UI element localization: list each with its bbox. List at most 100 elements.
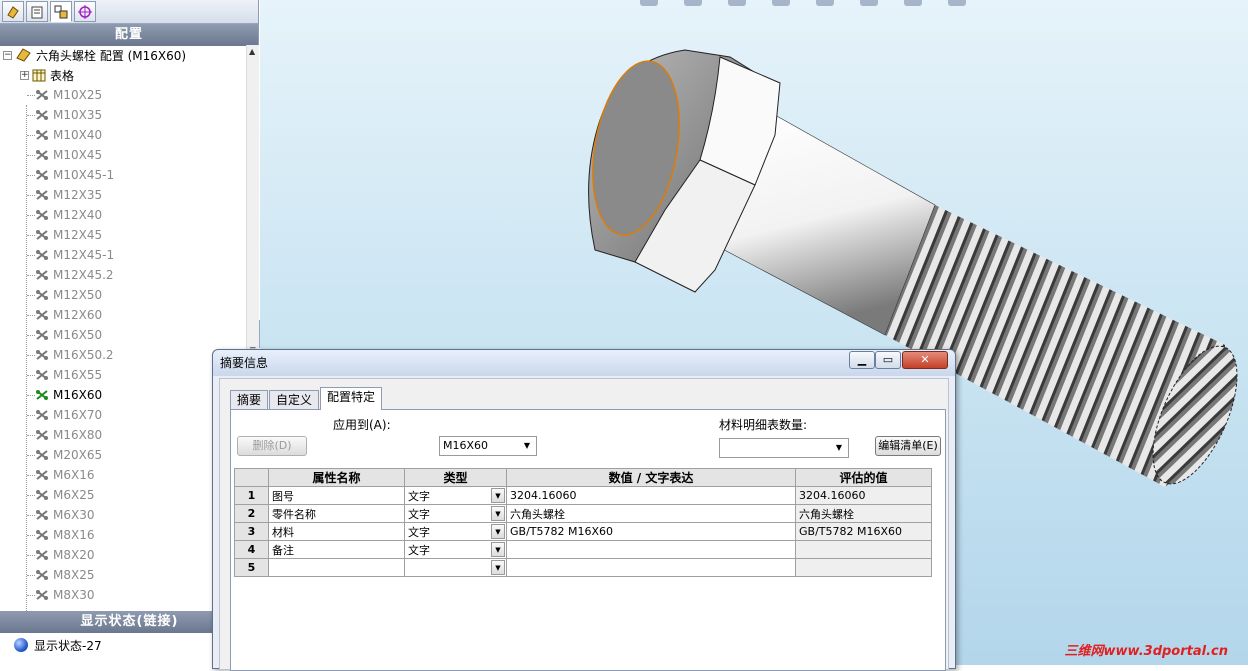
config-item[interactable]: M10X25	[0, 85, 246, 105]
grid-row: 2 零件名称 文字 ▼ 六角头螺栓 六角头螺栓	[234, 504, 932, 523]
config-item[interactable]: M16X50	[0, 325, 246, 345]
tree-connector	[27, 194, 35, 196]
property-value-cell[interactable]: GB/T5782 M16X60	[506, 522, 796, 541]
config-item[interactable]: M8X20	[0, 545, 246, 565]
property-name-cell[interactable]	[268, 558, 405, 577]
panel-tab-strip	[0, 0, 258, 24]
config-item[interactable]: M20X65	[0, 445, 246, 465]
row-number[interactable]: 2	[234, 504, 269, 523]
minimize-button[interactable]: ▁	[849, 351, 875, 369]
feature-tree-tab[interactable]	[2, 1, 24, 22]
tree-connector	[27, 214, 35, 216]
config-item[interactable]: M10X40	[0, 125, 246, 145]
config-icon	[36, 110, 48, 120]
property-type-cell[interactable]: ▼	[404, 558, 507, 577]
tab-custom[interactable]: 自定义	[269, 390, 320, 410]
config-item[interactable]: M6X30	[0, 505, 246, 525]
configuration-manager-tab[interactable]	[50, 1, 72, 22]
row-number[interactable]: 4	[234, 540, 269, 559]
property-name-cell[interactable]: 材料	[268, 522, 405, 541]
config-icon	[36, 350, 48, 360]
property-type-cell[interactable]: 文字 ▼	[404, 504, 507, 523]
tab-config-specific[interactable]: 配置特定	[320, 387, 383, 410]
config-icon	[36, 590, 48, 600]
apply-to-select[interactable]: M16X60 ▼	[439, 436, 537, 456]
tree-connector	[27, 354, 35, 356]
config-icon	[36, 170, 48, 180]
grid-header-row: 属性名称 类型 数值 / 文字表达 评估的值	[234, 468, 932, 487]
bom-qty-select[interactable]: ▼	[719, 438, 849, 458]
evaluated-value-cell-text: 六角头螺栓	[799, 507, 854, 521]
property-name-cell[interactable]: 图号	[268, 486, 405, 505]
tree-root-row[interactable]: − 六角头螺栓 配置 (M16X60)	[0, 45, 246, 65]
property-name-cell[interactable]: 备注	[268, 540, 405, 559]
config-item[interactable]: M12X45.2	[0, 265, 246, 285]
config-icon	[36, 530, 48, 540]
row-number[interactable]: 1	[234, 486, 269, 505]
config-item[interactable]: M12X45	[0, 225, 246, 245]
type-dropdown-icon[interactable]: ▼	[491, 506, 505, 521]
config-item[interactable]: M6X25	[0, 485, 246, 505]
tree-connector	[27, 334, 35, 336]
config-item[interactable]: M16X50.2	[0, 345, 246, 365]
config-item[interactable]: M12X40	[0, 205, 246, 225]
config-item-label: M12X60	[53, 308, 103, 322]
row-number[interactable]: 5	[234, 558, 269, 577]
config-item[interactable]: M16X60	[0, 385, 246, 405]
dialog-tabs: 摘要 自定义 配置特定	[230, 387, 383, 410]
config-item[interactable]: M12X50	[0, 285, 246, 305]
tree-connector	[27, 174, 35, 176]
config-item[interactable]: M8X25	[0, 565, 246, 585]
config-item[interactable]: M16X80	[0, 425, 246, 445]
collapse-icon[interactable]: −	[3, 50, 12, 60]
config-item-label: M12X45	[53, 228, 103, 242]
property-value-cell[interactable]	[506, 540, 796, 559]
tree-table-row[interactable]: + 表格	[0, 65, 246, 85]
config-item[interactable]: M12X45-1	[0, 245, 246, 265]
property-value-cell[interactable]	[506, 558, 796, 577]
config-item[interactable]: M10X45-1	[0, 165, 246, 185]
property-value-cell[interactable]: 六角头螺栓	[506, 504, 796, 523]
property-name-cell-text: 零件名称	[272, 507, 316, 521]
property-type-cell[interactable]: 文字 ▼	[404, 486, 507, 505]
maximize-button[interactable]: ▭	[875, 351, 901, 369]
config-item[interactable]: M8X16	[0, 525, 246, 545]
type-dropdown-icon[interactable]: ▼	[491, 560, 505, 575]
property-value-cell[interactable]: 3204.16060	[506, 486, 796, 505]
grid-row: 4 备注 文字 ▼	[234, 540, 932, 559]
summary-info-dialog: 摘要信息 ▁ ▭ ✕ 摘要 自定义 配置特定 应用到(A): 删除(D) M16…	[212, 349, 956, 671]
row-number[interactable]: 3	[234, 522, 269, 541]
config-item-label: M6X30	[53, 508, 95, 522]
tree-connector	[27, 394, 35, 396]
config-item-label: M12X45.2	[53, 268, 114, 282]
col-header-eval: 评估的值	[795, 468, 932, 487]
type-dropdown-icon[interactable]: ▼	[491, 524, 505, 539]
display-state-label: 显示状态-27	[34, 638, 102, 653]
row-number-text: 1	[247, 489, 256, 502]
config-item[interactable]: M12X60	[0, 305, 246, 325]
type-dropdown-icon[interactable]: ▼	[491, 488, 505, 503]
config-item[interactable]: M8X30	[0, 585, 246, 605]
config-icon	[36, 230, 48, 240]
config-item[interactable]: M10X35	[0, 105, 246, 125]
edit-list-button[interactable]: 编辑清单(E)	[875, 436, 941, 456]
config-item[interactable]: M6X16	[0, 465, 246, 485]
dimxpert-tab[interactable]	[74, 1, 96, 22]
close-button[interactable]: ✕	[902, 351, 948, 369]
tab-summary[interactable]: 摘要	[230, 390, 269, 410]
property-type-cell[interactable]: 文字 ▼	[404, 540, 507, 559]
tree-connector	[27, 254, 35, 256]
config-item[interactable]: M16X70	[0, 405, 246, 425]
scroll-up-icon[interactable]: ▲	[249, 47, 255, 56]
property-manager-tab[interactable]	[26, 1, 48, 22]
config-icon	[36, 270, 48, 280]
config-item[interactable]: M12X35	[0, 185, 246, 205]
property-type-cell[interactable]: 文字 ▼	[404, 522, 507, 541]
config-item[interactable]: M16X55	[0, 365, 246, 385]
delete-button[interactable]: 删除(D)	[237, 436, 307, 456]
expand-icon[interactable]: +	[20, 70, 29, 80]
property-name-cell[interactable]: 零件名称	[268, 504, 405, 523]
config-icon	[36, 290, 48, 300]
config-item[interactable]: M10X45	[0, 145, 246, 165]
type-dropdown-icon[interactable]: ▼	[491, 542, 505, 557]
